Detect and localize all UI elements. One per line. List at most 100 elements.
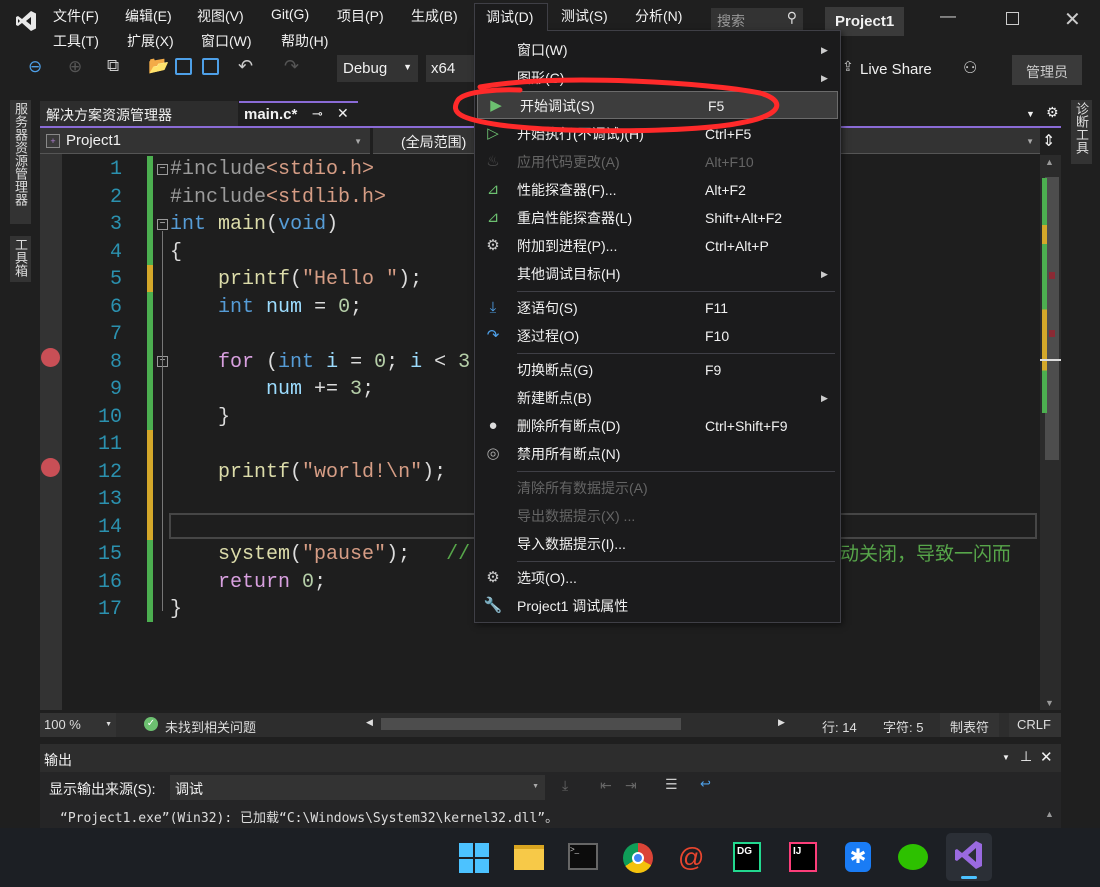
tab-solution-explorer[interactable]: 解决方案资源管理器	[40, 101, 238, 126]
code-line: }	[170, 405, 231, 429]
clear-all-icon[interactable]: ☰	[665, 776, 678, 793]
new-project-icon[interactable]: ⧉	[107, 56, 119, 76]
windows-start-icon[interactable]	[459, 843, 489, 873]
datagrip-icon[interactable]: DG	[733, 842, 761, 872]
debug-menu-item[interactable]: 切换断点(G) F9	[475, 356, 840, 384]
wechat-icon[interactable]	[898, 844, 928, 870]
toolbox-tab[interactable]: 工具箱	[10, 236, 31, 282]
debug-menu-item[interactable]: ⊿ 重启性能探查器(L) Shift+Alt+F2	[475, 204, 840, 232]
minimize-button[interactable]: —	[940, 8, 956, 26]
debug-menu-item[interactable]: 导入数据提示(I)...	[475, 530, 840, 558]
save-icon[interactable]	[175, 58, 192, 75]
word-wrap-icon[interactable]: ↩	[700, 776, 711, 792]
issues-status[interactable]: 未找到相关问题	[165, 717, 256, 736]
pin-icon[interactable]: ⊸	[312, 106, 323, 122]
debug-menu-item: ♨ 应用代码更改(A) Alt+F10	[475, 148, 840, 176]
menu-git[interactable]: Git(G)	[271, 6, 309, 22]
breakpoint-margin[interactable]	[40, 154, 62, 710]
char-indicator[interactable]: 字符: 5	[883, 717, 923, 736]
debug-menu-item[interactable]: ⊿ 性能探查器(F)... Alt+F2	[475, 176, 840, 204]
debug-menu-item[interactable]: 🔧 Project1 调试属性	[475, 592, 840, 620]
menu-test[interactable]: 测试(S)	[561, 6, 608, 26]
breakpoint-icon[interactable]	[41, 458, 60, 477]
project-icon: +	[46, 134, 60, 148]
menu-project[interactable]: 项目(P)	[337, 6, 384, 26]
configuration-dropdown[interactable]: Debug ▼	[337, 55, 418, 82]
fold-toggle-icon[interactable]: −	[157, 219, 168, 230]
redo-icon[interactable]: ↷	[284, 56, 299, 77]
scroll-up-icon[interactable]: ▲	[1045, 157, 1054, 167]
menu-tools[interactable]: 工具(T)	[53, 31, 99, 51]
menu-build[interactable]: 生成(B)	[411, 6, 458, 26]
output-menu-icon[interactable]: ▼	[1002, 753, 1010, 762]
vertical-scrollbar[interactable]: ▲ ▼	[1040, 155, 1061, 710]
scroll-right-icon[interactable]: ▶	[778, 717, 785, 728]
debug-menu-item[interactable]: ⤓ 逐语句(S) F11	[475, 294, 840, 322]
indent-indicator[interactable]: 制表符	[940, 713, 1000, 737]
open-folder-icon[interactable]: 📂	[148, 56, 169, 76]
menu-debug[interactable]: 调试(D)	[474, 3, 548, 31]
fold-toggle-icon[interactable]: −	[157, 164, 168, 175]
undo-icon[interactable]: ↶	[238, 56, 253, 77]
output-source-dropdown[interactable]: 调试 ▼	[170, 775, 545, 800]
menu-separator	[517, 291, 835, 292]
back-icon[interactable]: ⊖	[28, 57, 42, 77]
debug-menu-item[interactable]: ◎ 禁用所有断点(N)	[475, 440, 840, 468]
chrome-icon[interactable]	[623, 843, 653, 873]
tab-overflow-icon[interactable]: ▼	[1026, 109, 1035, 119]
menu-extensions[interactable]: 扩展(X)	[127, 31, 174, 51]
debug-menu-item[interactable]: ↷ 逐过程(O) F10	[475, 322, 840, 350]
menu-window[interactable]: 窗口(W)	[201, 31, 252, 51]
debug-menu-item[interactable]: ● 删除所有断点(D) Ctrl+Shift+F9	[475, 412, 840, 440]
maximize-button[interactable]	[1006, 12, 1019, 25]
file-explorer-icon[interactable]	[514, 845, 544, 870]
intellij-icon[interactable]: IJ	[789, 842, 817, 872]
debug-menu-item[interactable]: ⚙ 附加到进程(P)... Ctrl+Alt+P	[475, 232, 840, 260]
line-indicator[interactable]: 行: 14	[822, 717, 857, 736]
zoom-dropdown[interactable]: 100 % ▼	[40, 713, 116, 737]
debug-menu-item[interactable]: 其他调试目标(H) ▶	[475, 260, 840, 288]
forward-icon[interactable]: ⊕	[68, 57, 82, 77]
find-message-icon[interactable]: ⤓	[562, 777, 568, 794]
tab-main-c[interactable]: main.c* ⊸ ✕	[239, 101, 358, 126]
output-scroll-up-icon[interactable]: ▲	[1045, 809, 1054, 819]
search-box[interactable]: 搜索 ⚲	[711, 8, 803, 30]
scrollbar-thumb[interactable]	[1045, 177, 1059, 460]
menu-file[interactable]: 文件(F)	[53, 6, 99, 26]
visual-studio-icon[interactable]	[946, 833, 992, 881]
close-tab-icon[interactable]: ✕	[337, 105, 349, 122]
close-button[interactable]: ✕	[1064, 7, 1081, 32]
close-panel-icon[interactable]: ✕	[1040, 748, 1053, 766]
live-share-button[interactable]: Live Share	[860, 61, 932, 78]
admin-button[interactable]: 管理员	[1012, 55, 1082, 85]
scroll-down-icon[interactable]: ▼	[1045, 698, 1054, 708]
diagnostic-tools-tab[interactable]: 诊断工具	[1071, 100, 1092, 164]
submenu-arrow-icon: ▶	[821, 73, 828, 83]
previous-message-icon[interactable]: ⇤	[600, 777, 612, 794]
pin-icon[interactable]: ⊥	[1020, 748, 1032, 765]
star-app-icon[interactable]: ✱	[845, 842, 871, 872]
save-all-icon[interactable]	[202, 58, 219, 75]
terminal-icon[interactable]: >_	[568, 843, 598, 870]
debug-menu-item[interactable]: ⚙ 选项(O)...	[475, 564, 840, 592]
breakpoint-icon[interactable]	[41, 348, 60, 367]
horizontal-scrollbar-thumb[interactable]	[381, 718, 681, 730]
next-message-icon[interactable]: ⇥	[625, 777, 637, 794]
menu-edit[interactable]: 编辑(E)	[125, 6, 172, 26]
feedback-icon[interactable]: ⚇	[963, 58, 977, 78]
menu-item-label: 禁用所有断点(N)	[517, 446, 621, 462]
menu-help[interactable]: 帮助(H)	[281, 31, 328, 51]
delete-breakpoints-icon: ●	[488, 417, 498, 434]
scroll-left-icon[interactable]: ◀	[366, 717, 373, 728]
debug-menu-item[interactable]: 窗口(W) ▶	[475, 36, 840, 64]
settings-gear-icon[interactable]: ⚙	[1046, 104, 1059, 121]
debug-menu-item[interactable]: 新建断点(B) ▶	[475, 384, 840, 412]
split-editor-icon[interactable]: ⇕	[1042, 131, 1055, 151]
server-explorer-tab[interactable]: 服务器资源管理器	[10, 100, 31, 224]
project-dropdown[interactable]: + Project1 ▼	[40, 128, 370, 154]
menu-view[interactable]: 视图(V)	[197, 6, 244, 26]
menu-analyze[interactable]: 分析(N)	[635, 6, 682, 26]
swirl-app-icon[interactable]: @	[678, 843, 704, 871]
eol-indicator[interactable]: CRLF	[1009, 713, 1061, 737]
menu-item-label: 重启性能探查器(L)	[517, 210, 633, 226]
